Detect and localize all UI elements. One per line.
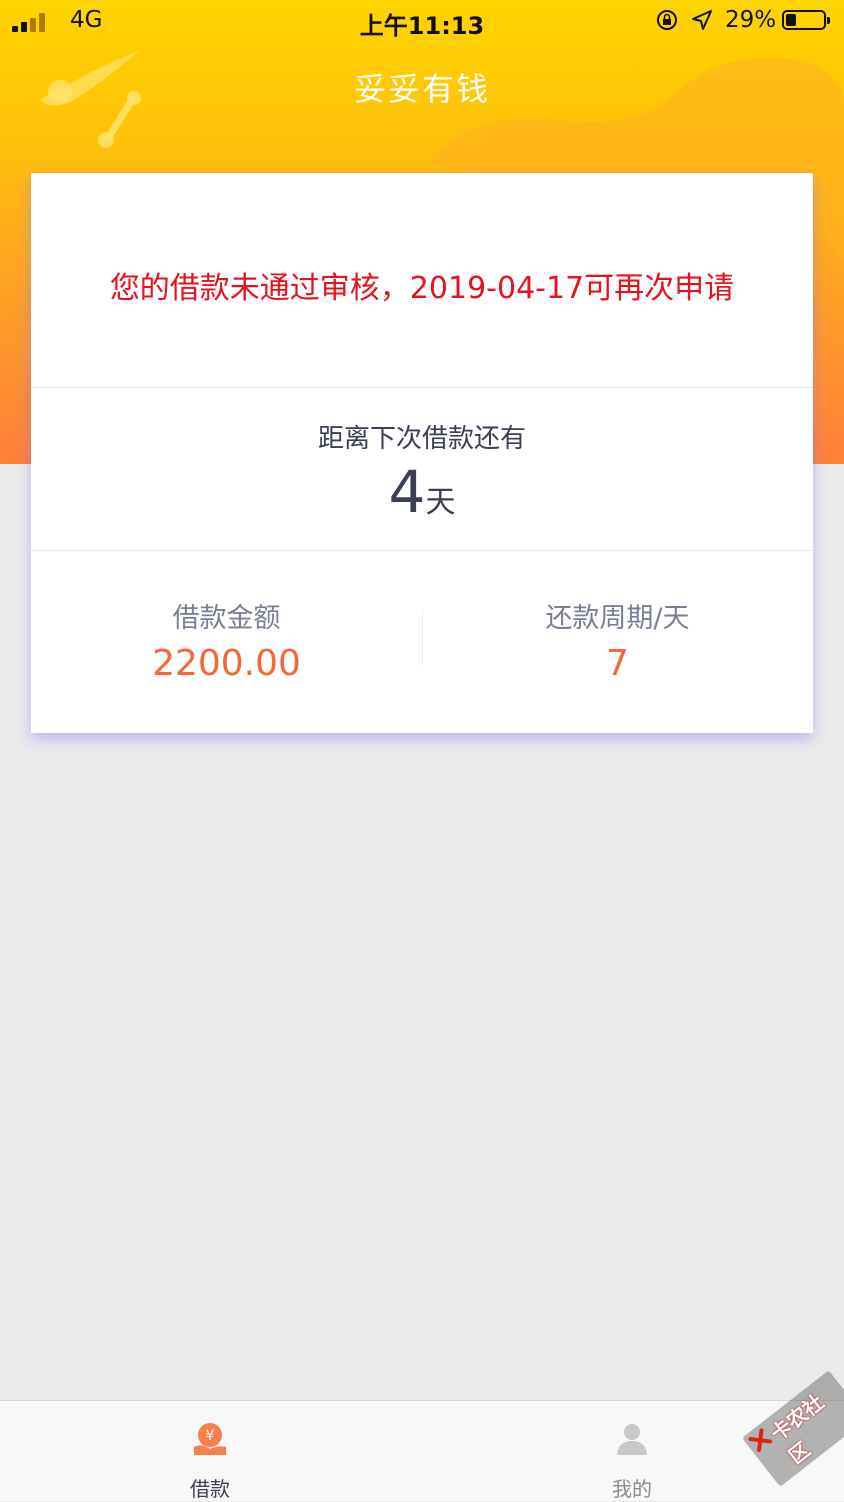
tab-loan-label: 借款 (190, 1477, 230, 1501)
status-time: 上午11:13 (359, 12, 485, 40)
svg-text:¥: ¥ (206, 1428, 215, 1444)
divider (31, 387, 813, 388)
repayment-period-stat: 还款周期/天 7 (422, 596, 813, 684)
tab-mine[interactable]: 我的 (532, 1401, 732, 1501)
divider (31, 550, 813, 551)
countdown: 4天 (31, 458, 813, 526)
tab-loan[interactable]: ¥ 借款 (110, 1401, 310, 1501)
loan-amount-label: 借款金额 (172, 603, 281, 634)
loan-status-card: 您的借款未通过审核，2019-04-17可再次申请 距离下次借款还有 4天 借款… (31, 173, 813, 733)
repayment-period-value: 7 (606, 643, 629, 684)
loan-amount-stat: 借款金额 2200.00 (31, 596, 422, 684)
page-title: 妥妥有钱 (353, 70, 490, 108)
rotation-lock-icon (657, 10, 677, 30)
tab-mine-label: 我的 (612, 1477, 652, 1501)
battery-icon (782, 10, 830, 30)
tab-bar: ¥ 借款 我的 (0, 1400, 844, 1501)
loan-hand-yen-icon: ¥ (194, 1423, 226, 1455)
countdown-unit: 天 (425, 485, 456, 520)
repayment-period-label: 还款周期/天 (545, 603, 690, 634)
status-bar: 4G 上午11:13 29% (0, 0, 844, 42)
rejection-notice: 您的借款未通过审核，2019-04-17可再次申请 (109, 271, 735, 306)
loan-amount-value: 2200.00 (152, 643, 301, 684)
countdown-label: 距离下次借款还有 (317, 424, 526, 454)
countdown-value: 4 (388, 458, 426, 526)
battery-percent: 29% (725, 7, 777, 33)
location-arrow-icon (692, 10, 712, 30)
user-profile-icon (617, 1424, 647, 1455)
